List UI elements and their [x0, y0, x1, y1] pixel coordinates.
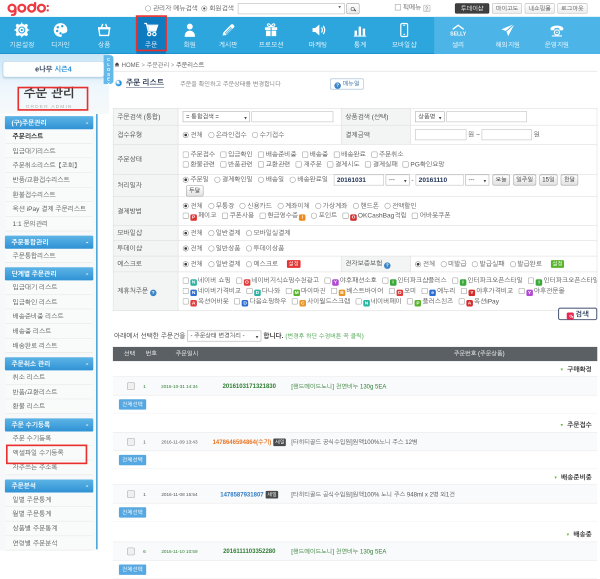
svg-text:SELLY: SELLY [450, 31, 466, 37]
